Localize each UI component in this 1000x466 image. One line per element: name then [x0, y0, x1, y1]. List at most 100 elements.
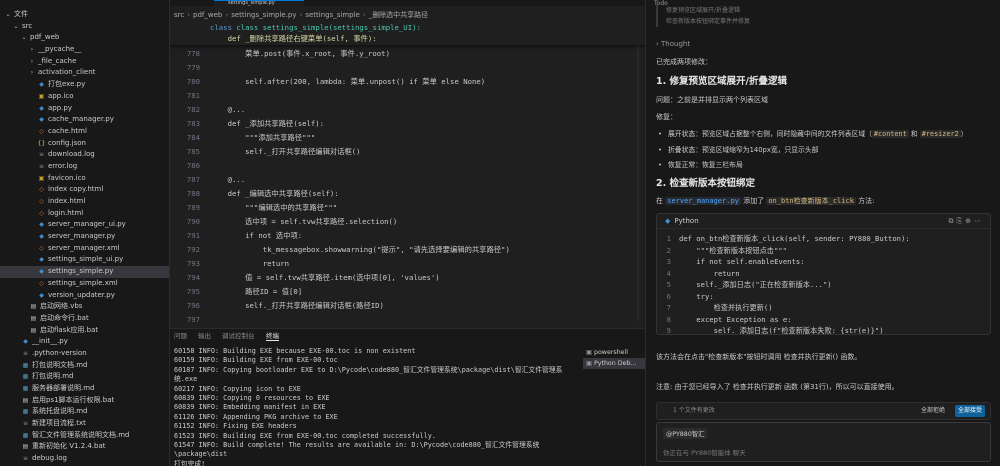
tree-file[interactable]: ▣ favicon.ico — [0, 173, 169, 185]
code-line[interactable]: 778 菜单.post(事件.x_root, 事件.y_root) — [170, 47, 645, 61]
tree-file[interactable]: ▤ 启动命令行.bat — [0, 313, 169, 325]
code-editor[interactable]: settings_simple.py src › pdf_web › settings_… — [170, 0, 645, 328]
tree-file[interactable]: ▤ 启用ps1脚本运行权限.bat — [0, 395, 169, 407]
thought-toggle[interactable]: › Thought — [656, 40, 690, 48]
code-line[interactable]: 793 return — [170, 257, 645, 271]
tree-file[interactable]: ◇ index.html — [0, 196, 169, 208]
tree-file[interactable]: ◇ login.html — [0, 208, 169, 220]
code-line[interactable]: 789 """编辑选中的共享路径""" — [170, 201, 645, 215]
tree-file[interactable]: ◆ 打包exe.py — [0, 79, 169, 91]
code-line[interactable]: 787 @... — [170, 173, 645, 187]
code-line[interactable]: 786 — [170, 159, 645, 173]
insert-icon[interactable]: ⊕ — [965, 217, 974, 225]
tree-folder[interactable]: ⌄ pdf_web — [0, 32, 169, 44]
tree-file[interactable]: ▦ 系统托盘说明.md — [0, 406, 169, 418]
terminal-session-python[interactable]: ▣ Python Deb... — [583, 358, 645, 369]
code-line[interactable]: 781 — [170, 89, 645, 103]
tree-folder[interactable]: › __pycache__ — [0, 44, 169, 56]
code-line[interactable]: 785 self._打开共享路径编辑对话框() — [170, 145, 645, 159]
code-line[interactable]: 792 tk_messagebox.showwarning("提示", "请先选… — [170, 243, 645, 257]
line-number: 8 — [666, 314, 671, 324]
tree-file[interactable]: ▤ 启动flask应用.bat — [0, 325, 169, 337]
tree-file[interactable]: ◆ server_manager.py — [0, 231, 169, 243]
code-line[interactable]: 791 if not 选中项: — [170, 229, 645, 243]
tree-file[interactable]: ◇ cache.html — [0, 126, 169, 138]
tree-file[interactable]: ▦ 打包说明文档.md — [0, 360, 169, 372]
tree-file[interactable]: ◆ cache_manager.py — [0, 114, 169, 126]
code-line[interactable]: 780 self.after(200, lambda: 菜单.unpost() … — [170, 75, 645, 89]
tree-folder[interactable]: › _file_cache — [0, 56, 169, 68]
tree-file[interactable]: ▤ 启动网络.vbs — [0, 301, 169, 313]
tab-output[interactable]: 输出 — [198, 329, 211, 343]
breadcrumb-item[interactable]: pdf_web — [193, 11, 222, 19]
tree-item-label: 服务器部署说明.md — [32, 384, 95, 392]
code-line[interactable]: 783 def _添加共享路径(self): — [170, 117, 645, 131]
tree-file[interactable]: ◇ index copy.html — [0, 184, 169, 196]
tree-file[interactable]: ≡ 新建项目流程.txt — [0, 418, 169, 430]
chat-input[interactable]: @PY880智汇 你正在与 PY880智能体 聊天 — [656, 422, 991, 462]
line-text: try: — [679, 291, 714, 301]
tab-problems[interactable]: 问题 — [174, 329, 187, 343]
tree-file[interactable]: {} config.json — [0, 138, 169, 150]
accept-all-button[interactable]: 全部接受 — [955, 405, 985, 417]
terminal-output[interactable]: 60158 INFO: Building EXE because EXE-00.… — [174, 347, 584, 466]
terminal-session-powershell[interactable]: ▣ powershell — [583, 347, 645, 358]
breadcrumb-item[interactable]: _删除选中共享路径 — [369, 11, 429, 19]
code-line[interactable]: 795 路径ID = 值[0] — [170, 285, 645, 299]
context-chip[interactable]: @PY880智汇 — [663, 428, 708, 439]
tree-folder[interactable]: ⌄ src — [0, 21, 169, 33]
copy-icon[interactable]: ⧉ — [949, 217, 957, 225]
tree-file[interactable]: ▦ 智汇文件管理系统说明文档.md — [0, 430, 169, 442]
code-line[interactable]: 784 """添加共享路径""" — [170, 131, 645, 145]
tree-folder[interactable]: ⌄ 文件 — [0, 9, 169, 21]
code-line[interactable]: 797 — [170, 313, 645, 327]
code-line[interactable]: 779 — [170, 61, 645, 75]
code-line[interactable]: 788 def _编辑选中共享路径(self): — [170, 187, 645, 201]
code-line[interactable]: 794 值 = self.tvw共享路径.item(选中项[0], 'value… — [170, 271, 645, 285]
tree-file[interactable]: ◆ version_updater.py — [0, 290, 169, 302]
tree-file[interactable]: ▤ 重新初始化 V1.2.4.bat — [0, 441, 169, 453]
editor-tab-active[interactable]: settings_simple.py — [214, 0, 304, 6]
tree-file[interactable]: ▣ app.ico — [0, 91, 169, 103]
changed-files-bar[interactable]: 1 个文件有更改 全部拒绝 全部接受 — [656, 402, 991, 420]
code-line[interactable]: 790 选中项 = self.tvw共享路径.selection() — [170, 215, 645, 229]
sticky-class-line[interactable]: class class settings_simple(settings_sim… — [210, 22, 421, 33]
breadcrumb-item[interactable]: settings_simple.py — [231, 11, 296, 19]
more-icon[interactable]: ⋯ — [974, 217, 984, 225]
tree-file[interactable]: ▦ 服务器部署说明.md — [0, 383, 169, 395]
sticky-scroll-header[interactable]: class class settings_simple(settings_sim… — [170, 21, 645, 45]
tree-item-label: settings_simple.xml — [48, 278, 118, 287]
tree-file[interactable]: ≡ error.log — [0, 161, 169, 173]
tree-file[interactable]: ≡ .python-version — [0, 348, 169, 360]
tab-terminal[interactable]: 终端 — [266, 329, 279, 341]
breadcrumb-item[interactable]: src — [174, 11, 184, 19]
apply-icon[interactable]: ⎘ — [957, 217, 966, 225]
breadcrumb-separator: › — [225, 11, 229, 19]
tree-item-label: app.py — [48, 103, 72, 112]
tree-file[interactable]: ≡ download.log — [0, 149, 169, 161]
code-line[interactable]: 796 self._打开共享路径编辑对话框(路径ID) — [170, 299, 645, 313]
tree-file[interactable]: ◆ app.py — [0, 103, 169, 115]
tree-file[interactable]: ◆ settings_simple_ui.py — [0, 254, 169, 266]
tree-folder[interactable]: › activation_client — [0, 67, 169, 79]
reject-all-button[interactable]: 全部拒绝 — [918, 405, 948, 417]
tree-file[interactable]: ◇ settings_simple.xml — [0, 278, 169, 290]
tree-file[interactable]: ▦ 打包说明.md — [0, 371, 169, 383]
code-line[interactable]: 782 @... — [170, 103, 645, 117]
tree-file[interactable]: ◆ server_manager_ui.py — [0, 219, 169, 231]
py-file-icon: ◆ — [39, 291, 44, 299]
breadcrumb-item[interactable]: settings_simple — [305, 11, 360, 19]
sticky-def-line[interactable]: def _删除共享路径右键菜单(self, 事件): — [210, 33, 377, 44]
line-number: 2 — [666, 245, 671, 255]
html-file-icon: ◇ — [39, 186, 44, 194]
tree-file[interactable]: ≡ debug.log — [0, 453, 169, 465]
file-link[interactable]: server_manager.py — [665, 197, 741, 205]
line-number: 6 — [666, 291, 671, 301]
tree-file[interactable]: ◆ settings_simple.py — [0, 266, 169, 278]
breadcrumb[interactable]: src › pdf_web › settings_simple.py › settings_… — [170, 9, 645, 21]
terminal-panel[interactable]: 问题 输出 调试控制台 终端 60158 INFO: Building EXE … — [170, 328, 645, 466]
tree-file[interactable]: ◆ __init__.py — [0, 336, 169, 348]
tab-debug-console[interactable]: 调试控制台 — [222, 329, 255, 343]
editor-scrollbar[interactable] — [637, 21, 639, 321]
tree-file[interactable]: ◇ server_manager.xml — [0, 243, 169, 255]
